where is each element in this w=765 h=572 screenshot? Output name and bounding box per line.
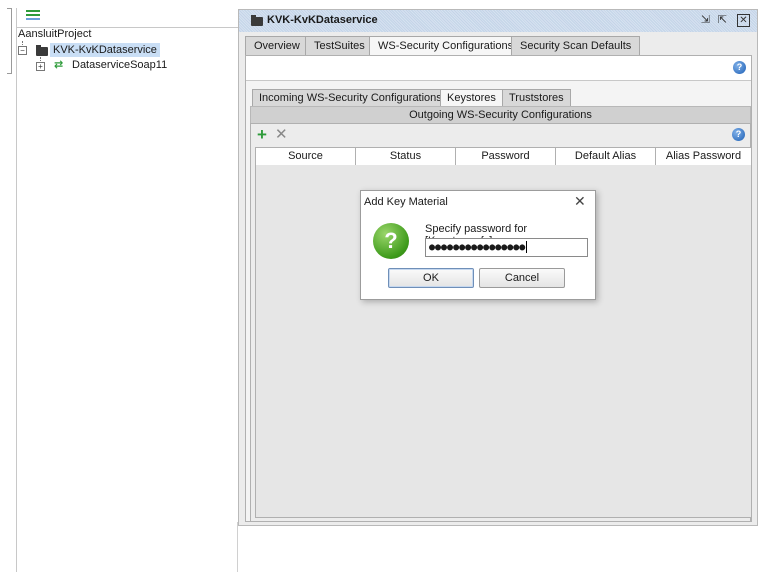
tree-project-label[interactable]: AansluitProject [18, 28, 91, 40]
column-header-password[interactable]: Password [456, 148, 556, 165]
lower-divider [237, 522, 238, 572]
column-header-status[interactable]: Status [356, 148, 456, 165]
plus-icon[interactable]: + [257, 126, 267, 144]
folder-icon [36, 45, 48, 56]
column-header-alias-password[interactable]: Alias Password [656, 148, 751, 165]
tab-outgoing-ws-security[interactable]: Outgoing WS-Security Configurations [250, 106, 751, 124]
column-header-default-alias[interactable]: Default Alias [556, 148, 656, 165]
add-key-material-dialog: Add Key Material ✕ ? Specify password fo… [360, 190, 596, 300]
keystores-toolbar: + ✕ ? [251, 124, 750, 146]
tree-expand-toggle[interactable]: + [36, 62, 45, 71]
maximize-icon[interactable]: ⇱ [716, 14, 729, 27]
tab-testsuites[interactable]: TestSuites [305, 36, 374, 55]
tree-collapse-toggle[interactable]: − [18, 46, 27, 55]
x-icon[interactable]: ✕ [275, 126, 288, 144]
keystores-panel: + ✕ ? Source Status Password Default Ali… [250, 123, 752, 522]
folder-icon [251, 15, 263, 26]
list-view-icon[interactable] [26, 10, 40, 22]
tab-overview[interactable]: Overview [245, 36, 309, 55]
help-bar: ? [246, 56, 751, 81]
tree-item-service[interactable]: KVK-KvKDataservice [50, 43, 160, 57]
keystores-table-header: Source Status Password Default Alias Ali… [255, 147, 752, 166]
ok-button[interactable]: OK [388, 268, 474, 288]
tab-security-scan-defaults[interactable]: Security Scan Defaults [511, 36, 641, 55]
navigator-border [16, 8, 17, 572]
tab-incoming-ws-security[interactable]: Incoming WS-Security Configurations [252, 89, 449, 106]
dialog-title: Add Key Material [364, 196, 448, 208]
tree-item-interface[interactable]: DataserviceSoap11 [72, 59, 167, 71]
editor-titlebar[interactable]: KVK-KvKDataservice ⇲ ⇱ ✕ [239, 10, 757, 32]
tab-keystores[interactable]: Keystores [440, 89, 503, 106]
help-icon[interactable]: ? [732, 128, 745, 141]
splitter-handle[interactable] [7, 8, 12, 74]
close-icon[interactable]: ✕ [574, 193, 586, 209]
text-caret [526, 241, 528, 253]
tab-ws-security[interactable]: WS-Security Configurations [369, 36, 523, 56]
password-field[interactable]: ●●●●●●●●●●●●●●●● [425, 238, 588, 257]
close-icon[interactable]: ✕ [737, 14, 750, 27]
editor-title: KVK-KvKDataservice [267, 14, 378, 26]
column-header-source[interactable]: Source [256, 148, 356, 165]
password-mask: ●●●●●●●●●●●●●●●● [429, 242, 526, 253]
help-icon[interactable]: ? [733, 61, 746, 74]
tab-truststores[interactable]: Truststores [502, 89, 571, 106]
minimize-icon[interactable]: ⇲ [699, 14, 712, 27]
question-icon: ? [373, 223, 409, 259]
cancel-button[interactable]: Cancel [479, 268, 565, 288]
interface-icon: ⇄ [54, 59, 64, 71]
